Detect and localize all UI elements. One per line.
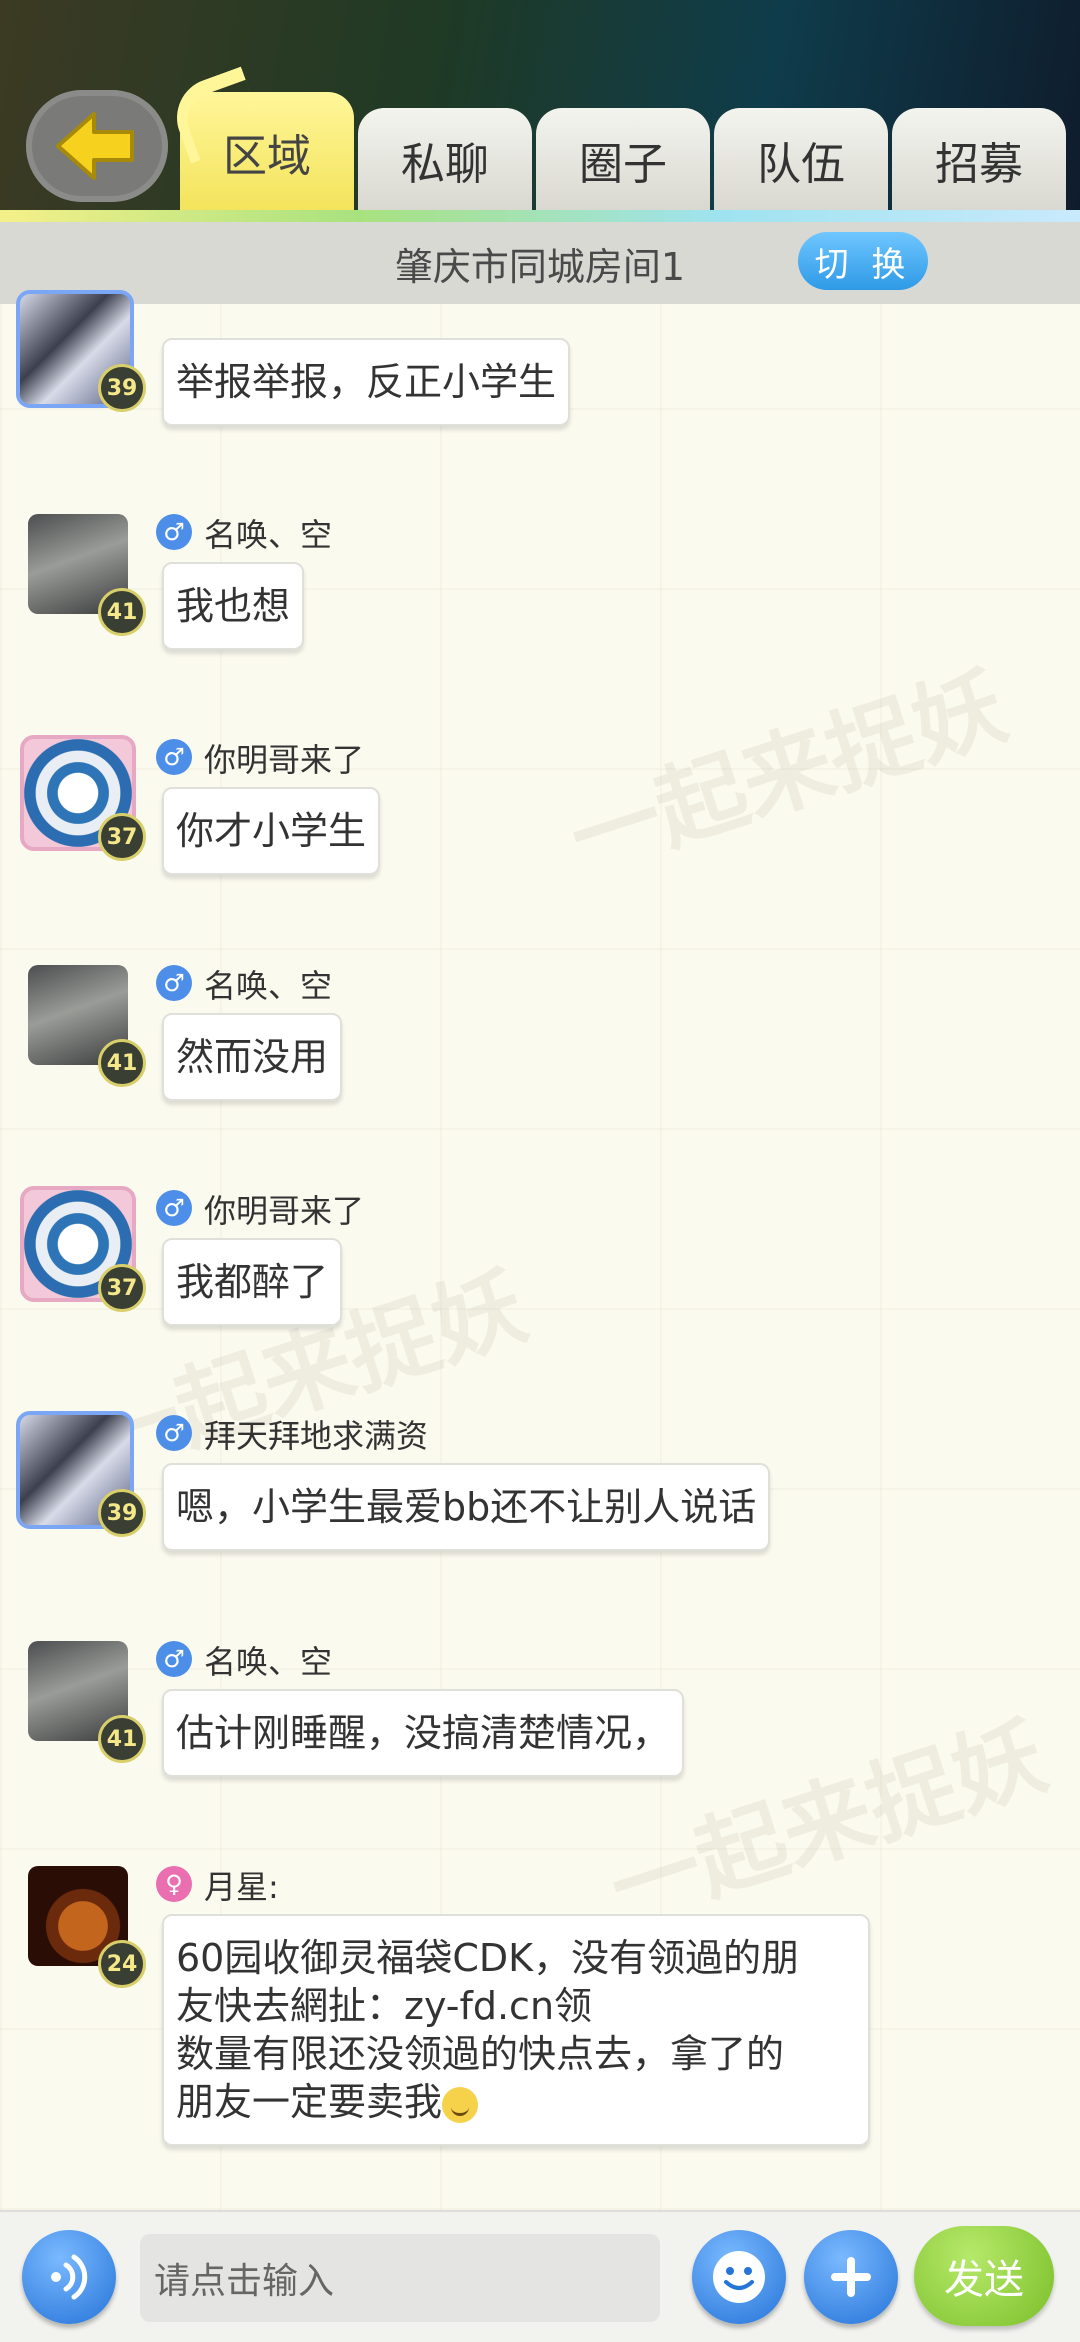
back-button[interactable] bbox=[26, 90, 168, 202]
level-badge: 37 bbox=[98, 1264, 146, 1312]
tab-label: 圈子 bbox=[579, 139, 667, 190]
username[interactable]: 你明哥来了 bbox=[204, 1186, 364, 1232]
background-watermark: 一起来捉妖 bbox=[557, 653, 1018, 893]
tab-label: 区域 bbox=[223, 131, 311, 182]
plus-button[interactable] bbox=[804, 2230, 898, 2324]
level-badge: 39 bbox=[98, 364, 146, 412]
level-badge: 37 bbox=[98, 813, 146, 861]
input-placeholder: 请点击输入 bbox=[154, 2261, 335, 2302]
smiley-icon bbox=[713, 2251, 765, 2303]
tab-region[interactable]: 区域 bbox=[180, 92, 354, 212]
tab-recruit[interactable]: 招募 bbox=[892, 108, 1066, 212]
level-badge: 41 bbox=[98, 1039, 146, 1087]
message-bubble: 举报举报，反正小学生 bbox=[162, 338, 571, 426]
top-header: 区域 私聊 圈子 队伍 招募 bbox=[0, 0, 1080, 222]
username[interactable]: 名唤、空 bbox=[204, 1637, 332, 1683]
input-bar: 请点击输入 发送 bbox=[0, 2210, 1080, 2342]
male-icon: ♂ bbox=[156, 1415, 192, 1451]
tab-private-chat[interactable]: 私聊 bbox=[358, 108, 532, 212]
message-bubble: 你才小学生 bbox=[162, 787, 381, 875]
username[interactable]: 拜天拜地求满资 bbox=[204, 1411, 428, 1457]
tab-team[interactable]: 队伍 bbox=[714, 108, 888, 212]
send-button[interactable]: 发送 bbox=[914, 2226, 1054, 2326]
message-bubble: 嗯，小学生最爱bb还不让别人说话 bbox=[162, 1463, 771, 1551]
male-icon: ♂ bbox=[156, 1641, 192, 1677]
emoji-button[interactable] bbox=[692, 2230, 786, 2324]
tab-label: 私聊 bbox=[401, 139, 489, 190]
plus-icon bbox=[831, 2257, 871, 2297]
tab-label: 队伍 bbox=[757, 139, 845, 190]
room-title: 肇庆市同城房间1 bbox=[394, 244, 686, 289]
username[interactable]: 名唤、空 bbox=[204, 961, 332, 1007]
tab-label: 招募 bbox=[935, 139, 1023, 190]
male-icon: ♂ bbox=[156, 739, 192, 775]
username[interactable]: 名唤、空 bbox=[204, 510, 332, 556]
level-badge: 41 bbox=[98, 588, 146, 636]
message-bubble: 60园收御灵福袋CDK，没有领過的朋 友快去網扯：zy-fd.cn领 数量有限还… bbox=[162, 1914, 870, 2146]
male-icon: ♂ bbox=[156, 514, 192, 550]
smiley-emoji-icon bbox=[442, 2086, 479, 2123]
message-bubble: 我也想 bbox=[162, 562, 305, 650]
username[interactable]: 你明哥来了 bbox=[204, 735, 364, 781]
level-badge: 24 bbox=[98, 1940, 146, 1988]
level-badge: 41 bbox=[98, 1715, 146, 1763]
arrow-left-icon bbox=[56, 112, 134, 180]
message-text: 60园收御灵福袋CDK，没有领過的朋 友快去網扯：zy-fd.cn领 数量有限还… bbox=[176, 1936, 800, 2124]
message-bubble: 然而没用 bbox=[162, 1013, 343, 1101]
male-icon: ♂ bbox=[156, 1190, 192, 1226]
level-badge: 39 bbox=[98, 1489, 146, 1537]
message-input[interactable]: 请点击输入 bbox=[140, 2234, 660, 2322]
switch-room-button[interactable]: 切 换 bbox=[798, 232, 928, 290]
message-bubble: 我都醉了 bbox=[162, 1238, 343, 1326]
male-icon: ♂ bbox=[156, 965, 192, 1001]
header-divider bbox=[0, 210, 1080, 222]
voice-button[interactable] bbox=[22, 2230, 116, 2324]
tab-circle[interactable]: 圈子 bbox=[536, 108, 710, 212]
message-bubble: 估计刚睡醒，没搞清楚情况， bbox=[162, 1689, 685, 1777]
voice-icon bbox=[51, 2254, 88, 2300]
username[interactable]: 月星: bbox=[204, 1862, 279, 1908]
female-icon: ♀ bbox=[156, 1866, 192, 1902]
room-bar: 肇庆市同城房间1 切 换 bbox=[0, 222, 1080, 304]
